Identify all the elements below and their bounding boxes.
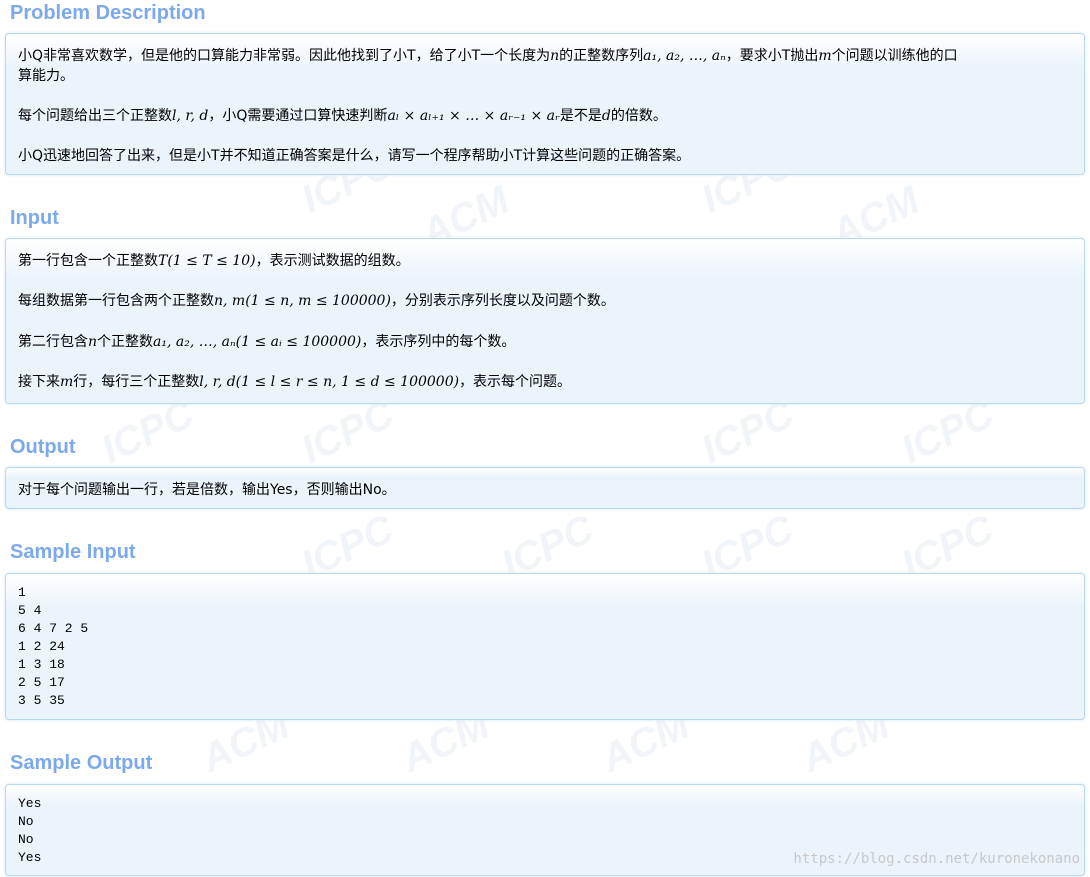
math-sequence: a₁, a₂, …, aₙ — [643, 48, 726, 64]
sample-input-title: Sample Input — [10, 541, 136, 563]
math-lrd: l, r, d — [172, 108, 209, 124]
text: 的正整数序列 — [559, 48, 644, 64]
math-n: n — [88, 334, 98, 350]
input-line-3: 第二行包含n个正整数a₁, a₂, …, aₙ(1 ≤ aᵢ ≤ 100000)… — [18, 332, 1072, 352]
text: 第一行包含一个正整数 — [18, 253, 158, 269]
text: ，表示测试数据的组数。 — [255, 253, 410, 269]
description-paragraph-2: 每个问题给出三个正整数l, r, d，小Q需要通过口算快速判断aₗ × aₗ₊₁… — [18, 106, 1072, 126]
math-T: T(1 ≤ T ≤ 10) — [158, 253, 256, 269]
output-text: 对于每个问题输出一行，若是倍数，输出Yes，否则输出No。 — [18, 482, 396, 498]
description-paragraph-3: 小Q迅速地回答了出来，但是小T并不知道正确答案是什么，请写一个程序帮助小T计算这… — [18, 148, 691, 164]
text: 是不是 — [559, 108, 602, 124]
text: 接下来 — [18, 374, 60, 390]
text: 个正整数 — [97, 334, 154, 350]
text: ，小Q需要通过口算快速判断 — [208, 108, 388, 124]
text: ，要求小T抛出 — [725, 48, 819, 64]
math-m: m — [60, 374, 74, 390]
text: 的倍数。 — [610, 108, 667, 124]
text: 每组数据第一行包含两个正整数 — [18, 293, 214, 309]
watermark: ICPC — [694, 391, 801, 473]
math-nm: n, m(1 ≤ n, m ≤ 100000) — [214, 293, 391, 309]
input-line-2: 每组数据第一行包含两个正整数n, m(1 ≤ n, m ≤ 100000)，分别… — [18, 291, 1072, 311]
math-product: aₗ × aₗ₊₁ × … × aᵣ₋₁ × aᵣ — [387, 108, 560, 124]
watermark: ICPC — [894, 391, 1001, 473]
text: ，表示每个问题。 — [459, 374, 572, 390]
input-line-1: 第一行包含一个正整数T(1 ≤ T ≤ 10)，表示测试数据的组数。 — [18, 251, 1072, 271]
math-sequence: a₁, a₂, …, aₙ(1 ≤ aᵢ ≤ 100000) — [153, 334, 362, 350]
sample-input-panel: 1 5 4 6 4 7 2 5 1 2 24 1 3 18 2 5 17 3 5… — [5, 573, 1085, 720]
sample-output-title: Sample Output — [10, 752, 153, 774]
text: ，分别表示序列长度以及问题个数。 — [390, 293, 615, 309]
output-panel: 对于每个问题输出一行，若是倍数，输出Yes，否则输出No。 — [5, 467, 1085, 509]
math-lrd-range: l, r, d(1 ≤ l ≤ r ≤ n, 1 ≤ d ≤ 100000) — [199, 374, 460, 390]
input-line-4: 接下来m行，每行三个正整数l, r, d(1 ≤ l ≤ r ≤ n, 1 ≤ … — [18, 372, 1072, 392]
source-url-watermark: https://blog.csdn.net/kuronekonano — [793, 851, 1080, 867]
text: 每个问题给出三个正整数 — [18, 108, 172, 124]
watermark: ICPC — [294, 391, 401, 473]
input-title: Input — [10, 207, 59, 229]
problem-description-panel: 小Q非常喜欢数学，但是他的口算能力非常弱。因此他找到了小T，给了小T一个长度为n… — [5, 33, 1085, 175]
math-m: m — [818, 48, 832, 64]
description-paragraph-1: 小Q非常喜欢数学，但是他的口算能力非常弱。因此他找到了小T，给了小T一个长度为n… — [18, 46, 1072, 86]
sample-output-code: Yes No No Yes — [18, 796, 42, 865]
text: ，表示序列中的每个数。 — [361, 334, 516, 350]
math-n: n — [550, 48, 560, 64]
text: 小Q非常喜欢数学，但是他的口算能力非常弱。因此他找到了小T，给了小T一个长度为 — [18, 48, 551, 64]
sample-input-code: 1 5 4 6 4 7 2 5 1 2 24 1 3 18 2 5 17 3 5… — [18, 585, 89, 708]
problem-description-title: Problem Description — [10, 2, 206, 24]
text: 行，每行三个正整数 — [73, 374, 200, 390]
math-d: d — [601, 108, 611, 124]
text: 个问题以训练他的口 — [831, 48, 958, 64]
text: 算能力。 — [18, 68, 74, 84]
watermark: ICPC — [94, 391, 201, 473]
output-title: Output — [10, 436, 76, 458]
input-panel: 第一行包含一个正整数T(1 ≤ T ≤ 10)，表示测试数据的组数。 每组数据第… — [5, 238, 1085, 404]
text: 第二行包含 — [18, 334, 88, 350]
